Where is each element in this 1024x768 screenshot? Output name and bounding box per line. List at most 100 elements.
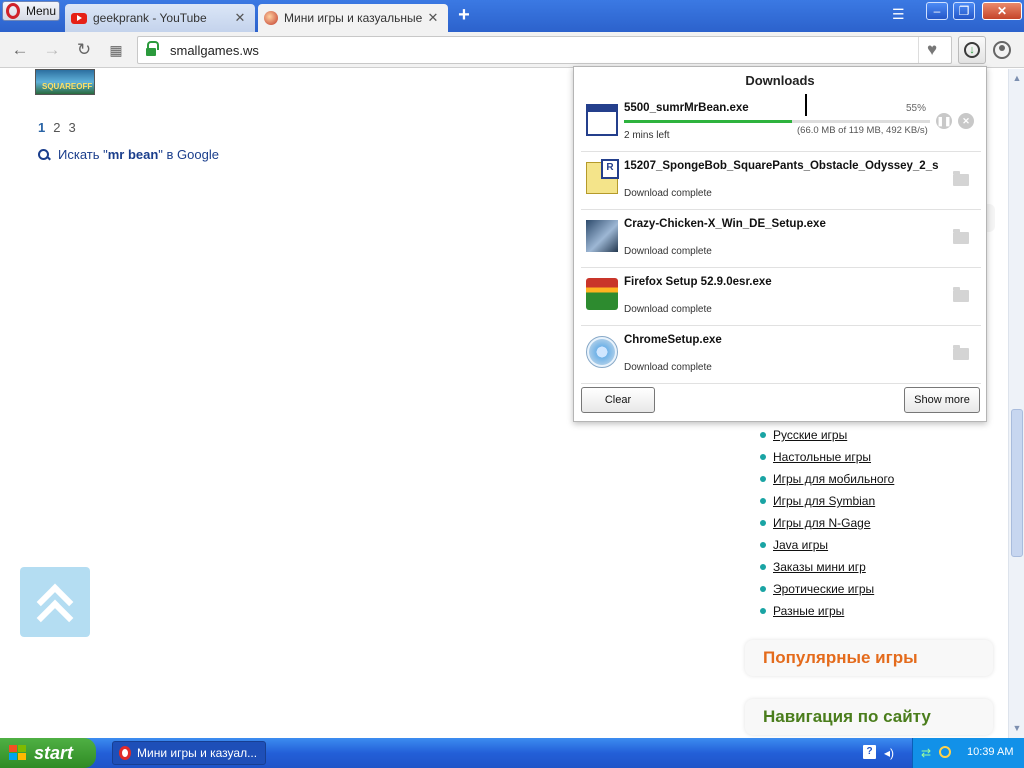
url-text[interactable]: smallgames.ws <box>170 43 259 58</box>
speed-dial-grid-icon[interactable]: ▦ <box>104 38 128 62</box>
game-thumbnail[interactable]: SQUAREOFF <box>35 69 95 95</box>
crazy-chicken-icon <box>586 220 618 252</box>
list-item: Разные игры <box>760 600 894 622</box>
show-in-folder-icon[interactable] <box>953 171 969 186</box>
browser-titlebar: Menu geekprank - YouTube ✕ Мини игры и к… <box>0 0 1024 32</box>
category-link[interactable]: Настольные игры <box>773 450 871 464</box>
menu-label: Menu <box>26 4 57 18</box>
list-item: Java игры <box>760 534 894 556</box>
opera-menu-button[interactable]: Menu <box>2 1 60 21</box>
download-arrow-icon: ↓ <box>964 42 980 58</box>
bullet-icon <box>760 454 766 460</box>
category-link[interactable]: Java игры <box>773 538 828 552</box>
start-button[interactable]: start <box>0 738 96 768</box>
download-item[interactable]: 15207_SpongeBob_SquarePants_Obstacle_Ody… <box>581 152 981 210</box>
show-in-folder-icon[interactable] <box>953 229 969 244</box>
system-tray: ⇄ 10:39 AM <box>912 738 1024 768</box>
close-window-button[interactable]: ✕ <box>982 2 1022 20</box>
download-status: Download complete <box>624 246 712 257</box>
download-item[interactable]: Firefox Setup 52.9.0esr.exe Download com… <box>581 268 981 326</box>
chrome-installer-icon <box>586 336 618 368</box>
game-thumbnail-art: SQUAREOFF <box>42 82 93 91</box>
windows-taskbar: start Мини игры и казуал... ? ◂) ⇄ 10:39… <box>0 738 1024 768</box>
category-link[interactable]: Эротические игры <box>773 582 874 596</box>
clear-downloads-button[interactable]: Clear <box>581 387 655 413</box>
category-link[interactable]: Игры для N-Gage <box>773 516 871 530</box>
download-progress-fill <box>624 120 793 123</box>
category-link[interactable]: Игры для мобильного <box>773 472 894 486</box>
download-item-active[interactable]: 5500_sumrMrBean.exe 55% 2 mins left (66.… <box>581 94 981 152</box>
mouse-cursor-icon <box>805 94 813 116</box>
download-time-left: 2 mins left <box>624 130 670 141</box>
download-status: Download complete <box>624 188 712 199</box>
firefox-installer-icon <box>586 278 618 310</box>
google-search-text: Искать "mr bean" в Google <box>58 147 219 162</box>
scroll-up-arrow-icon[interactable]: ▲ <box>1012 73 1022 83</box>
download-item[interactable]: Crazy-Chicken-X_Win_DE_Setup.exe Downloa… <box>581 210 981 268</box>
smallgames-favicon-icon <box>264 11 278 25</box>
profile-icon[interactable] <box>993 41 1011 59</box>
scrollbar-thumb[interactable] <box>1011 409 1023 557</box>
address-bar-divider <box>918 37 919 63</box>
restore-button[interactable]: ❐ <box>953 2 975 20</box>
download-progress-bar <box>624 120 930 123</box>
list-item: Настольные игры <box>760 446 894 468</box>
page-link-1[interactable]: 1 <box>38 120 45 135</box>
show-in-folder-icon[interactable] <box>953 287 969 302</box>
download-item[interactable]: ChromeSetup.exe Download complete <box>581 326 981 384</box>
category-link[interactable]: Игры для Symbian <box>773 494 875 508</box>
downloads-popup: Downloads 5500_sumrMrBean.exe 55% 2 mins… <box>573 66 987 422</box>
tab-menu-icon[interactable]: ☰ <box>892 7 908 22</box>
network-icon[interactable]: ⇄ <box>921 746 935 760</box>
tray-search-icon[interactable] <box>939 746 951 758</box>
download-filename: 15207_SpongeBob_SquarePants_Obstacle_Ody… <box>624 160 939 172</box>
bullet-icon <box>760 498 766 504</box>
clock[interactable]: 10:39 AM <box>967 746 1013 758</box>
new-tab-button[interactable]: + <box>454 5 474 26</box>
opera-logo-icon <box>6 3 20 19</box>
category-list: Русские игры Настольные игры Игры для мо… <box>760 424 894 622</box>
show-in-folder-icon[interactable] <box>953 345 969 360</box>
pause-icon[interactable]: ❚❚ <box>936 113 952 129</box>
show-more-button[interactable]: Show more <box>904 387 980 413</box>
page-link-2[interactable]: 2 <box>53 120 60 135</box>
tab-title: geekprank - YouTube <box>93 11 207 25</box>
download-filename: Firefox Setup 52.9.0esr.exe <box>624 276 772 288</box>
google-search-link[interactable]: Искать "mr bean" в Google <box>38 147 219 162</box>
download-size-detail: (66.0 MB of 119 MB, 492 KB/s) <box>797 125 928 136</box>
search-icon <box>38 148 50 161</box>
volume-icon[interactable]: ◂) <box>884 746 894 760</box>
forward-arrow-icon[interactable]: → <box>40 38 64 62</box>
popular-games-heading[interactable]: Популярные игры <box>745 640 993 676</box>
tab-smallgames[interactable]: Мини игры и казуальные иг ✕ <box>258 4 448 32</box>
category-link[interactable]: Заказы мини игр <box>773 560 866 574</box>
category-link[interactable]: Разные игры <box>773 604 844 618</box>
list-item: Игры для мобильного <box>760 468 894 490</box>
bookmark-heart-icon[interactable]: ♥ <box>927 40 937 60</box>
category-link[interactable]: Русские игры <box>773 428 847 442</box>
downloads-button[interactable]: ↓ <box>958 36 986 64</box>
back-arrow-icon[interactable]: ← <box>8 38 32 62</box>
bullet-icon <box>760 542 766 548</box>
bullet-icon <box>760 432 766 438</box>
minimize-button[interactable]: – <box>926 2 948 20</box>
list-item: Игры для Symbian <box>760 490 894 512</box>
address-bar[interactable]: smallgames.ws ♥ <box>137 36 952 64</box>
download-status: Download complete <box>624 362 712 373</box>
scroll-down-arrow-icon[interactable]: ▼ <box>1012 723 1022 733</box>
tab-youtube[interactable]: geekprank - YouTube ✕ <box>65 4 255 32</box>
bullet-icon <box>760 586 766 592</box>
cancel-download-icon[interactable]: ✕ <box>958 113 974 129</box>
page-scrollbar[interactable]: ▲ ▼ <box>1008 69 1024 738</box>
youtube-icon <box>71 12 87 24</box>
site-navigation-heading[interactable]: Навигация по сайту <box>745 699 993 735</box>
reload-icon[interactable]: ↻ <box>72 38 96 62</box>
close-tab-icon[interactable]: ✕ <box>233 10 247 26</box>
page-link-3[interactable]: 3 <box>68 120 75 135</box>
registry-file-icon <box>586 159 619 194</box>
taskbar-opera-window[interactable]: Мини игры и казуал... <box>112 741 266 765</box>
download-filename: Crazy-Chicken-X_Win_DE_Setup.exe <box>624 218 826 230</box>
back-to-top-button[interactable] <box>20 567 90 637</box>
help-icon[interactable]: ? <box>863 745 876 759</box>
close-tab-icon[interactable]: ✕ <box>426 10 440 26</box>
